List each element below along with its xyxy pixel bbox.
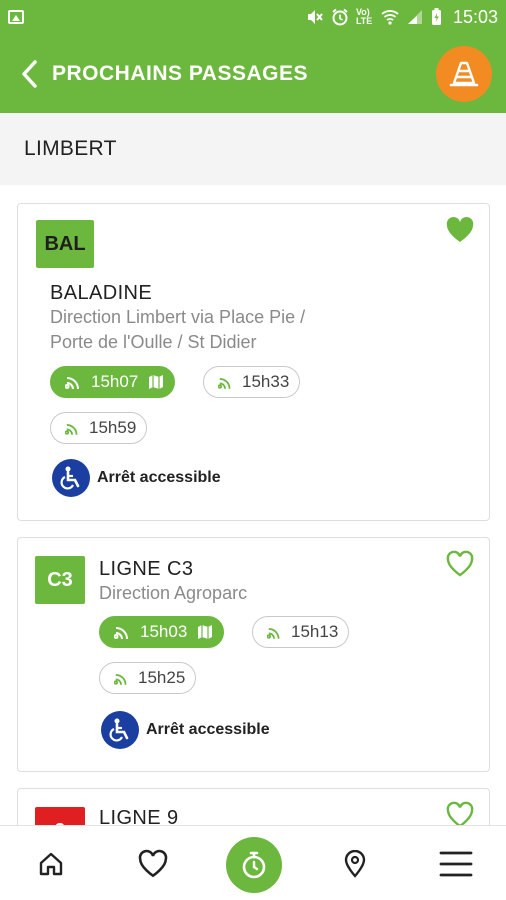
- menu-icon: [439, 851, 473, 876]
- status-time: 15:03: [452, 6, 498, 27]
- wheelchair-icon: [101, 711, 139, 749]
- line-card-baladine[interactable]: BAL BALADINE Direction Limbert via Place…: [17, 203, 490, 521]
- home-icon: [39, 852, 63, 875]
- lines-list: BAL BALADINE Direction Limbert via Place…: [0, 185, 506, 825]
- volte-label: Vo) LTE: [355, 7, 373, 26]
- line-badge-bal: BAL: [36, 220, 94, 268]
- favorite-heart-filled-icon[interactable]: [445, 216, 475, 244]
- accessibility-info: Arrêt accessible: [101, 711, 270, 749]
- traffic-info-button[interactable]: [436, 45, 492, 102]
- accessibility-label: Arrêt accessible: [97, 469, 221, 486]
- map-icon: [198, 625, 213, 639]
- map-icon: [149, 375, 164, 389]
- nav-nearby[interactable]: [330, 826, 380, 900]
- stop-header: LIMBERT: [0, 113, 506, 185]
- line-badge-c3: C3: [35, 556, 85, 604]
- departure-time-pill[interactable]: 15h13: [252, 616, 350, 648]
- back-button[interactable]: [16, 59, 42, 89]
- location-pin-icon: [344, 849, 366, 878]
- signal-icon: [407, 10, 422, 24]
- realtime-icon: [114, 627, 128, 640]
- wifi-icon: [381, 10, 399, 25]
- nav-next-departures[interactable]: [226, 837, 282, 893]
- realtime-icon: [114, 673, 127, 685]
- line-name: BALADINE: [50, 282, 153, 304]
- nav-home[interactable]: [26, 826, 76, 900]
- line-direction: Direction Limbert via Place Pie / Porte …: [50, 307, 306, 352]
- mute-icon: [307, 10, 323, 24]
- accessibility-label: Arrêt accessible: [146, 721, 270, 738]
- bottom-navigation: [0, 825, 506, 900]
- line-name: LIGNE 9: [99, 807, 179, 825]
- departure-time-pill[interactable]: 15h59: [50, 412, 148, 444]
- favorite-heart-outline-icon[interactable]: [445, 801, 475, 825]
- battery-icon: [431, 8, 441, 25]
- heart-icon: [138, 849, 168, 877]
- departure-time-pill[interactable]: 15h07: [50, 366, 176, 398]
- nav-favorites[interactable]: [128, 826, 178, 900]
- line-card-c3[interactable]: C3 LIGNE C3 Direction Agroparc 15h03 15h…: [17, 537, 490, 772]
- gallery-icon: [8, 10, 24, 24]
- realtime-icon: [218, 377, 231, 389]
- app-bar: PROCHAINS PASSAGES: [0, 34, 506, 113]
- alarm-icon: [332, 8, 348, 26]
- departure-time-pill[interactable]: 15h03: [99, 616, 225, 648]
- favorite-heart-outline-icon[interactable]: [445, 550, 475, 578]
- realtime-icon: [65, 423, 78, 435]
- line-badge-9: 9: [35, 807, 85, 825]
- page-title: PROCHAINS PASSAGES: [52, 61, 308, 85]
- realtime-icon: [267, 627, 280, 639]
- stopwatch-icon: [242, 851, 266, 879]
- stop-name: LIMBERT: [24, 137, 117, 160]
- status-bar: Vo) LTE 15:03: [0, 0, 506, 34]
- wheelchair-icon: [52, 459, 90, 497]
- departure-time-pill[interactable]: 15h33: [203, 366, 301, 398]
- back-arrow-icon: [22, 59, 37, 88]
- line-name: LIGNE C3: [99, 558, 194, 580]
- realtime-icon: [65, 377, 79, 390]
- departure-time-pill[interactable]: 15h25: [99, 662, 197, 694]
- line-card-9[interactable]: 9 LIGNE 9: [17, 788, 490, 825]
- traffic-cone-icon: [449, 61, 479, 86]
- nav-menu[interactable]: [430, 826, 482, 900]
- line-direction: Direction Agroparc: [99, 583, 248, 603]
- accessibility-info: Arrêt accessible: [52, 459, 221, 497]
